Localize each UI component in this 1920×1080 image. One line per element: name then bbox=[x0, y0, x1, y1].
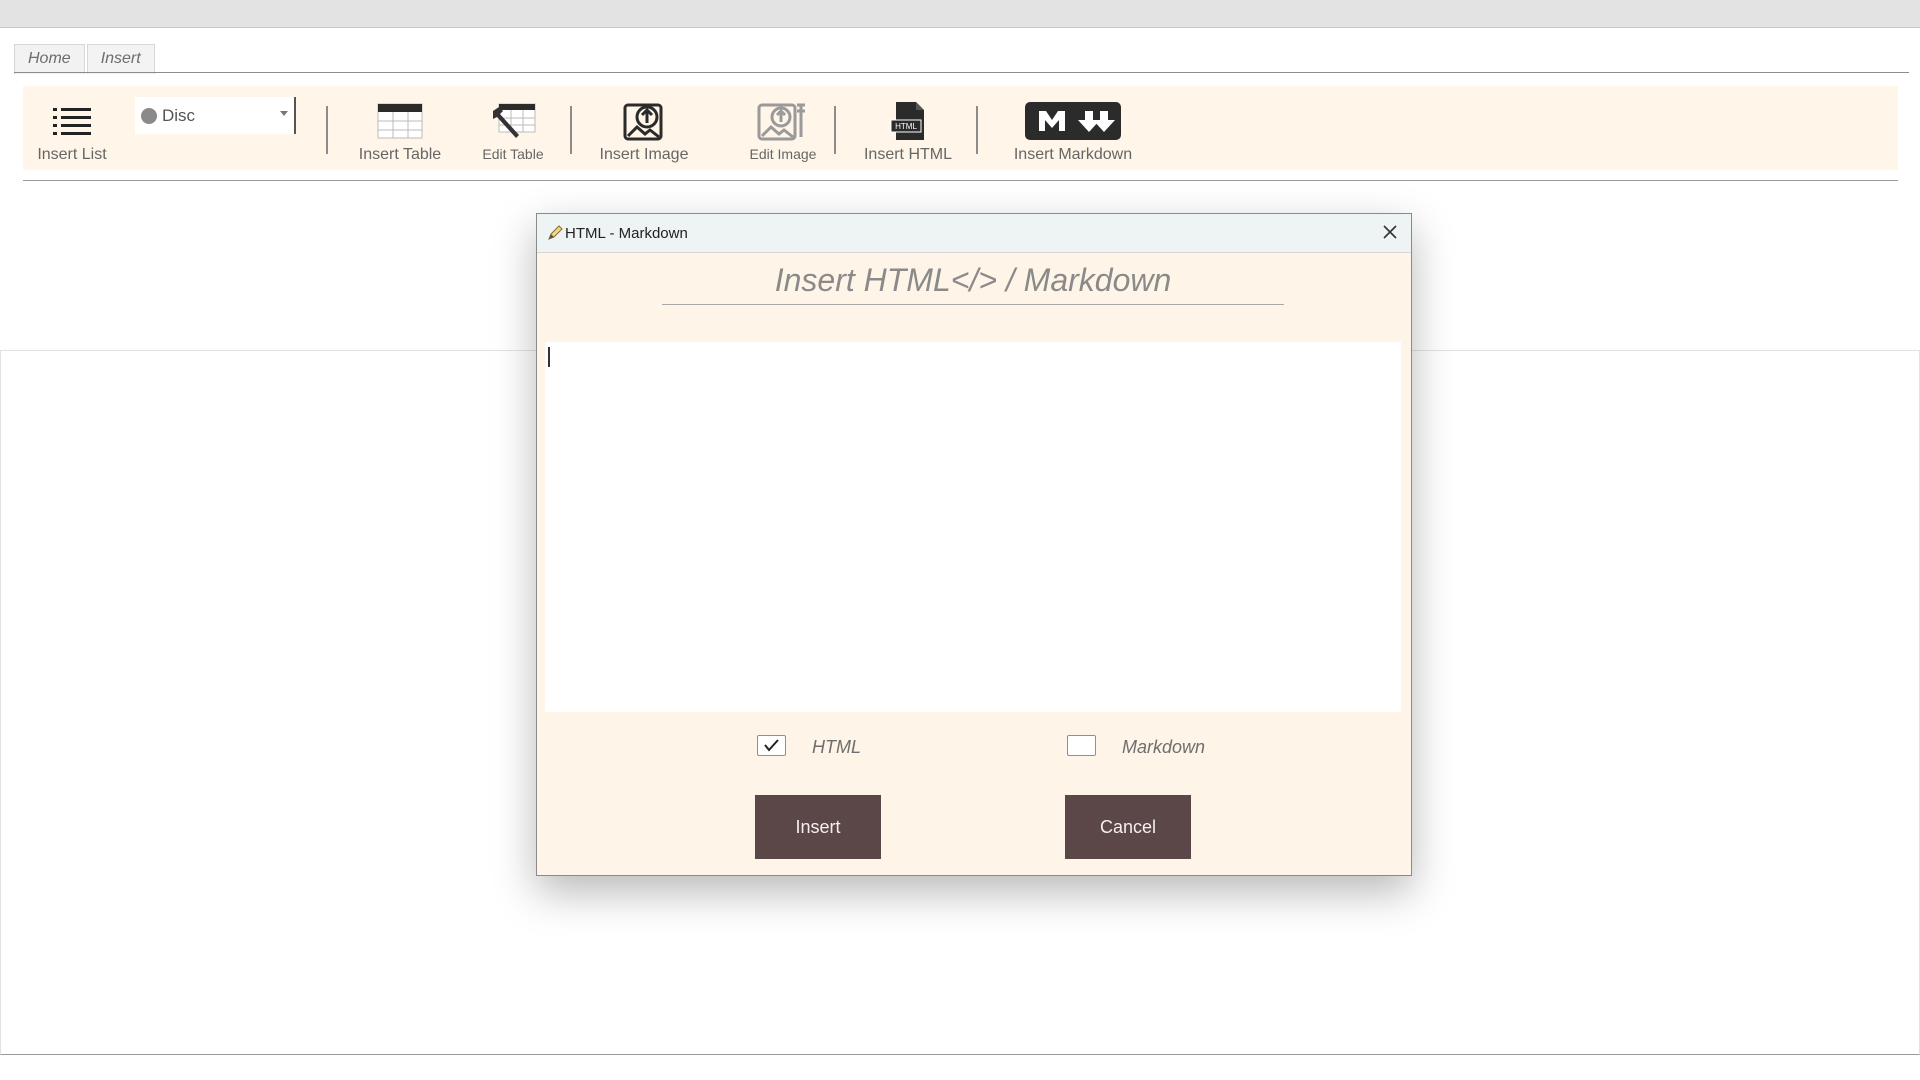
dropdown-arrow-icon[interactable] bbox=[280, 111, 288, 116]
edit-table-icon bbox=[473, 98, 553, 144]
dialog-title: HTML - Markdown bbox=[565, 224, 688, 242]
insert-markdown-button[interactable]: Insert Markdown bbox=[998, 86, 1148, 170]
edit-image-label: Edit Image bbox=[749, 146, 817, 162]
insert-list-button[interactable]: Insert List bbox=[37, 86, 107, 170]
ribbon-tabs: Home Insert bbox=[14, 44, 157, 74]
ribbon-divider bbox=[23, 180, 1898, 181]
insert-image-icon bbox=[589, 98, 699, 144]
ribbon-separator bbox=[326, 106, 328, 154]
html-checkbox[interactable] bbox=[757, 735, 786, 756]
tab-insert[interactable]: Insert bbox=[86, 44, 155, 74]
ribbon-separator bbox=[976, 106, 978, 154]
edit-table-button[interactable]: Edit Table bbox=[473, 86, 553, 170]
list-icon bbox=[37, 98, 107, 144]
html-file-icon: HTML bbox=[853, 98, 963, 144]
markdown-icon bbox=[998, 98, 1148, 144]
list-style-value: Disc bbox=[162, 105, 196, 125]
tab-home[interactable]: Home bbox=[14, 44, 85, 74]
disc-bullet-icon bbox=[141, 107, 157, 124]
insert-image-button[interactable]: Insert Image bbox=[589, 86, 699, 170]
edit-table-label: Edit Table bbox=[482, 146, 544, 162]
edit-image-button[interactable]: Edit Image bbox=[738, 86, 828, 170]
list-style-dropdown[interactable]: Disc bbox=[135, 97, 296, 134]
insert-table-button[interactable]: Insert Table bbox=[345, 86, 455, 170]
close-icon[interactable] bbox=[1381, 223, 1399, 241]
window-titlebar bbox=[0, 0, 1920, 28]
ribbon-toolbar: Insert List Disc Insert Table Edit Table… bbox=[23, 86, 1898, 170]
html-icon-text: HTML bbox=[895, 122, 917, 131]
dialog-heading: Insert HTML</> / Markdown bbox=[774, 262, 1172, 298]
insert-html-button[interactable]: HTML Insert HTML bbox=[853, 86, 963, 170]
tabs-divider bbox=[14, 72, 1909, 73]
heading-underline bbox=[662, 304, 1284, 305]
ribbon-separator bbox=[570, 106, 572, 154]
insert-button[interactable]: Insert bbox=[755, 795, 881, 859]
html-markdown-dialog: HTML - Markdown Insert HTML</> / Markdow… bbox=[536, 213, 1412, 876]
insert-markdown-label: Insert Markdown bbox=[1013, 146, 1133, 163]
ribbon-separator bbox=[834, 106, 836, 154]
markdown-checkbox[interactable] bbox=[1067, 735, 1096, 756]
edit-image-icon bbox=[738, 98, 828, 144]
insert-image-label: Insert Image bbox=[599, 146, 689, 163]
insert-html-label: Insert HTML bbox=[863, 146, 952, 163]
checkmark-icon bbox=[764, 739, 779, 752]
insert-table-label: Insert Table bbox=[358, 146, 442, 163]
markdown-checkbox-label: Markdown bbox=[1122, 737, 1206, 757]
cancel-button[interactable]: Cancel bbox=[1065, 795, 1191, 859]
html-markdown-input[interactable] bbox=[545, 342, 1401, 712]
text-caret bbox=[548, 347, 550, 367]
table-icon bbox=[345, 98, 455, 144]
dialog-titlebar: HTML - Markdown bbox=[537, 214, 1411, 253]
pen-icon bbox=[548, 225, 563, 240]
html-checkbox-label: HTML bbox=[812, 737, 861, 757]
insert-list-label: Insert List bbox=[37, 146, 107, 163]
